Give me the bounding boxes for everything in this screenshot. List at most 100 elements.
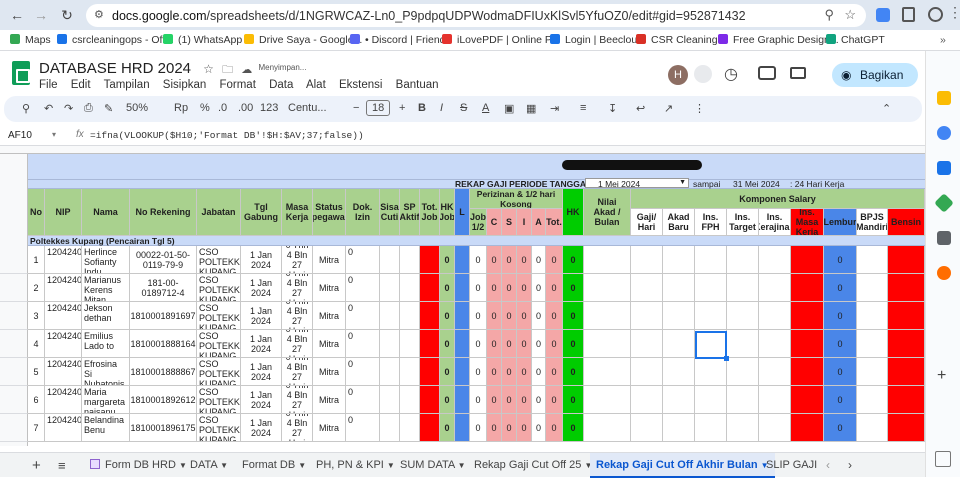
cell-jabatan[interactable]: CSO POLTEKKES KUPANG bbox=[197, 274, 241, 302]
menu-edit[interactable]: Edit bbox=[71, 79, 91, 91]
cell-value[interactable] bbox=[455, 274, 470, 302]
cell-value[interactable]: 0 bbox=[517, 246, 532, 274]
tab-format-db[interactable]: Format DB ▼ bbox=[236, 453, 312, 478]
cell-value[interactable]: 0 bbox=[563, 274, 584, 302]
cell-value[interactable]: 0 bbox=[532, 386, 546, 414]
cell-value[interactable] bbox=[663, 386, 695, 414]
profile-icon[interactable] bbox=[928, 7, 943, 22]
bookmark-item[interactable]: ChatGPT bbox=[826, 34, 885, 46]
cell-rek[interactable]: 1810001892612 bbox=[130, 386, 197, 414]
star-icon[interactable]: ☆ bbox=[203, 62, 214, 76]
text-color-icon[interactable]: A bbox=[482, 102, 489, 114]
cell-value[interactable]: 0 bbox=[502, 358, 517, 386]
cell-value[interactable] bbox=[420, 358, 440, 386]
cell-value[interactable]: 0 bbox=[502, 414, 517, 442]
cell-dok[interactable]: 0 bbox=[346, 246, 380, 274]
cell-value[interactable]: 0 bbox=[824, 246, 857, 274]
avatar[interactable]: H bbox=[668, 65, 688, 85]
cell-value[interactable]: 0 bbox=[546, 358, 563, 386]
cell-value[interactable] bbox=[759, 330, 791, 358]
tasks-icon[interactable] bbox=[937, 126, 951, 140]
collapse-toolbar-icon[interactable]: ⌃ bbox=[882, 102, 891, 115]
name-box-dropdown-icon[interactable]: ▾ bbox=[52, 130, 56, 139]
cell-value[interactable]: 0 bbox=[502, 246, 517, 274]
cell-value[interactable] bbox=[455, 246, 470, 274]
cell-no[interactable]: 4 bbox=[28, 330, 45, 358]
scroll-tabs-left-icon[interactable]: ‹ bbox=[826, 453, 830, 478]
cell-value[interactable]: 0 bbox=[563, 414, 584, 442]
cell-value[interactable]: 0 bbox=[517, 358, 532, 386]
horizontal-align-icon[interactable]: ≡ bbox=[580, 102, 586, 114]
back-icon[interactable]: ← bbox=[6, 4, 28, 26]
scroll-tabs-right-icon[interactable]: › bbox=[848, 453, 852, 478]
cell-dok[interactable]: 0 bbox=[346, 358, 380, 386]
tab-rekap-cut-off-25[interactable]: Rekap Gaji Cut Off 25 ▼ bbox=[468, 453, 598, 478]
cell-value[interactable]: 0 bbox=[517, 274, 532, 302]
decrease-font-size-icon[interactable]: − bbox=[353, 102, 359, 114]
cell-masa[interactable]: 0 Thn 4 Bln 27 Hari bbox=[282, 386, 313, 414]
cell-value[interactable] bbox=[888, 414, 925, 442]
cell-value[interactable] bbox=[888, 386, 925, 414]
cell-value[interactable] bbox=[759, 302, 791, 330]
cell-value[interactable]: 0 bbox=[470, 386, 487, 414]
cell-value[interactable] bbox=[584, 386, 631, 414]
cell-value[interactable]: 0 bbox=[487, 302, 502, 330]
cell-value[interactable] bbox=[791, 302, 824, 330]
cell-value[interactable] bbox=[857, 358, 888, 386]
bookmark-item[interactable]: Free Graphic Design... bbox=[718, 34, 839, 46]
cell-value[interactable]: 0 bbox=[440, 414, 455, 442]
translate-extension-icon[interactable] bbox=[876, 8, 890, 22]
collaborator-icon[interactable] bbox=[694, 65, 712, 83]
cell-status[interactable]: Mitra bbox=[313, 414, 346, 442]
formula-input[interactable]: =ifna(VLOOKUP($H10;'Format DB'!$H:$AV;37… bbox=[90, 130, 364, 141]
address-bar[interactable]: ⚙ docs.google.com/spreadsheets/d/1NGRWCA… bbox=[86, 4, 866, 27]
cell-value[interactable] bbox=[791, 246, 824, 274]
meet-icon[interactable] bbox=[790, 67, 806, 79]
cell-value[interactable]: 0 bbox=[440, 274, 455, 302]
cell-value[interactable] bbox=[663, 302, 695, 330]
cell-status[interactable]: Mitra bbox=[313, 386, 346, 414]
row-header[interactable] bbox=[0, 358, 28, 386]
zoom-select[interactable]: 50% bbox=[126, 102, 148, 114]
tab-sum-data[interactable]: SUM DATA ▼ bbox=[394, 453, 472, 478]
cell-value[interactable]: 0 bbox=[563, 302, 584, 330]
cell-value[interactable] bbox=[857, 302, 888, 330]
zoom-icon[interactable]: ⚲ bbox=[824, 7, 834, 23]
menu-format[interactable]: Format bbox=[219, 79, 255, 91]
cell-value[interactable] bbox=[400, 414, 420, 442]
cell-value[interactable] bbox=[400, 386, 420, 414]
cell-masa[interactable]: 0 Thn 4 Bln 27 Hari bbox=[282, 302, 313, 330]
cell-nip[interactable]: 12042402 bbox=[45, 274, 82, 302]
cell-value[interactable] bbox=[631, 358, 663, 386]
cell-nama[interactable]: Jekson dethan bbox=[82, 302, 130, 330]
cell-nama[interactable]: Efrosina Si Nubatonis bbox=[82, 358, 130, 386]
cell-masa[interactable]: 0 Thn 4 Bln 27 Hari bbox=[282, 330, 313, 358]
cell-value[interactable] bbox=[857, 330, 888, 358]
cell-dok[interactable]: 0 bbox=[346, 386, 380, 414]
cell-value[interactable]: 0 bbox=[440, 302, 455, 330]
tab-slip-gaji[interactable]: SLIP GAJI bbox=[760, 453, 823, 478]
cell-value[interactable] bbox=[791, 274, 824, 302]
cell-value[interactable] bbox=[695, 302, 727, 330]
reload-icon[interactable]: ↻ bbox=[56, 4, 78, 26]
cell-value[interactable] bbox=[727, 246, 759, 274]
cell-nip[interactable]: 12042405 bbox=[45, 358, 82, 386]
increase-decimals-button[interactable]: .00 bbox=[238, 102, 253, 114]
cell-value[interactable] bbox=[695, 414, 727, 442]
cell-value[interactable]: 0 bbox=[502, 330, 517, 358]
menu-insert[interactable]: Sisipkan bbox=[163, 79, 206, 91]
cell-masa[interactable]: 0 Thn 4 Bln 27 Hari bbox=[282, 246, 313, 274]
cell-tgl[interactable]: 1 Jan 2024 bbox=[241, 302, 282, 330]
cell-value[interactable] bbox=[888, 274, 925, 302]
merge-cells-icon[interactable]: ⇥ bbox=[550, 102, 559, 115]
cell-value[interactable]: 0 bbox=[563, 246, 584, 274]
vertical-align-icon[interactable]: ↧ bbox=[608, 102, 617, 115]
fill-color-icon[interactable]: ▣ bbox=[504, 102, 514, 115]
cell-jabatan[interactable]: CSO POLTEKKES KUPANG bbox=[197, 358, 241, 386]
cell-value[interactable] bbox=[400, 330, 420, 358]
cell-value[interactable] bbox=[380, 246, 400, 274]
cell-value[interactable]: 0 bbox=[532, 358, 546, 386]
cell-tgl[interactable]: 1 Jan 2024 bbox=[241, 386, 282, 414]
cell-value[interactable] bbox=[695, 246, 727, 274]
cell-value[interactable] bbox=[857, 246, 888, 274]
